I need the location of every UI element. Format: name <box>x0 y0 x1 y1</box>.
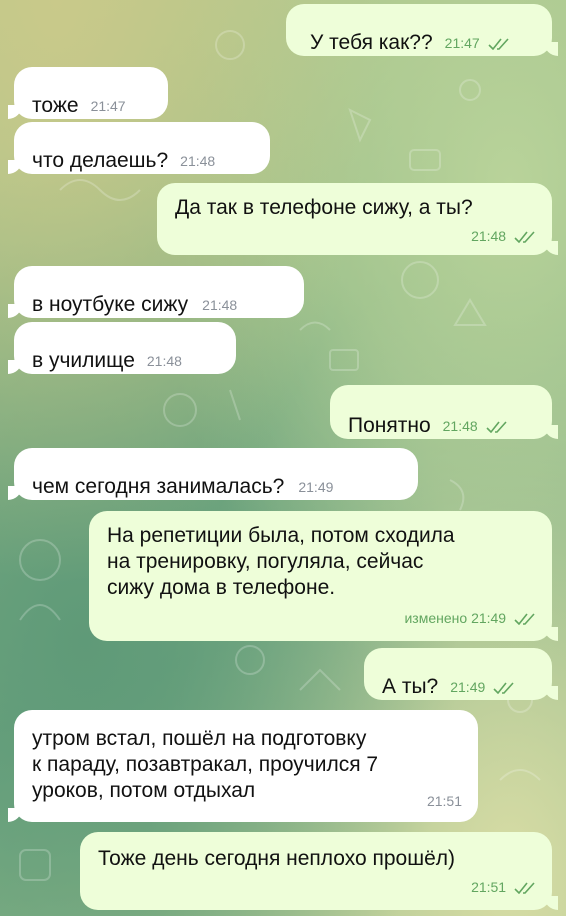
message-time: 21:48 <box>443 413 508 439</box>
message-time: 21:47 <box>445 30 510 56</box>
double-check-icon <box>514 613 535 626</box>
message-bubble-outgoing[interactable]: Понятно 21:48 <box>330 385 558 439</box>
message-text: что делаешь? <box>32 149 169 172</box>
message-text: А ты? <box>382 675 439 698</box>
message-text: Тоже день сегодня неплохо прошёл) <box>98 847 456 870</box>
double-check-icon <box>488 38 509 51</box>
message-bubble-incoming[interactable]: тоже 21:47 <box>8 67 168 119</box>
double-check-icon <box>486 421 507 434</box>
chat-message-list[interactable]: У тебя как?? 21:47 тоже 21:47 что делаеш… <box>0 0 566 916</box>
message-time: 21:48 <box>202 297 238 313</box>
message-bubble-outgoing[interactable]: Тоже день сегодня неплохо прошёл) 21:51 <box>80 832 558 910</box>
double-check-icon <box>514 231 535 244</box>
message-text: утром встал, пошёл на подготовку к парад… <box>32 727 379 802</box>
message-time: 21:47 <box>90 98 126 114</box>
message-time: 21:49 <box>471 610 507 626</box>
message-time: 21:51 <box>98 874 536 900</box>
message-meta: изменено 21:49 <box>107 605 536 631</box>
message-time: 21:49 <box>298 479 334 495</box>
double-check-icon <box>514 882 535 895</box>
message-text: в училище <box>32 349 135 372</box>
message-bubble-outgoing[interactable]: Да так в телефоне сижу, а ты? 21:48 <box>157 183 558 255</box>
message-bubble-incoming[interactable]: чем сегодня занималась? 21:49 <box>8 448 418 500</box>
message-time: 21:48 <box>175 223 536 249</box>
message-bubble-outgoing[interactable]: На репетиции была, потом сходила на трен… <box>89 511 558 641</box>
message-time: 21:51 <box>426 793 462 809</box>
message-text: На репетиции была, потом сходила на трен… <box>107 524 455 599</box>
message-text: Да так в телефоне сижу, а ты? <box>175 196 473 219</box>
double-check-icon <box>493 682 514 695</box>
message-text: чем сегодня занималась? <box>32 475 285 498</box>
message-time: 21:48 <box>146 353 182 369</box>
message-time: 21:49 <box>450 674 515 700</box>
message-time: 21:48 <box>180 153 216 169</box>
message-bubble-outgoing[interactable]: А ты? 21:49 <box>364 648 558 700</box>
message-text: У тебя как?? <box>310 31 433 54</box>
message-bubble-outgoing[interactable]: У тебя как?? 21:47 <box>286 4 558 56</box>
edited-label: изменено <box>404 610 468 626</box>
message-bubble-incoming[interactable]: утром встал, пошёл на подготовку к парад… <box>8 710 478 822</box>
message-text: в ноутбуке сижу <box>32 293 189 316</box>
message-bubble-incoming[interactable]: в ноутбуке сижу 21:48 <box>8 266 304 318</box>
message-text: тоже <box>32 94 79 117</box>
message-bubble-incoming[interactable]: в училище 21:48 <box>8 322 236 374</box>
message-text: Понятно <box>348 414 431 437</box>
message-bubble-incoming[interactable]: что делаешь? 21:48 <box>8 122 270 174</box>
